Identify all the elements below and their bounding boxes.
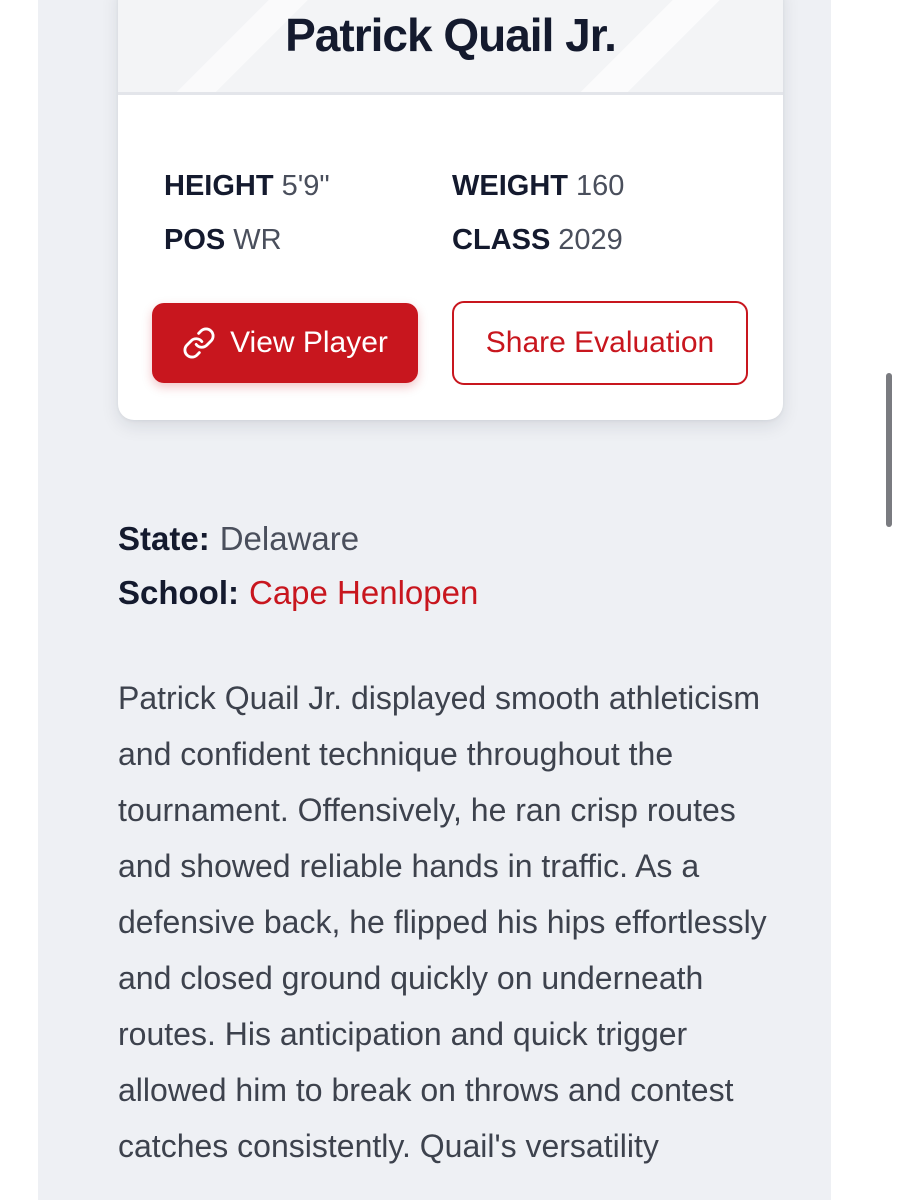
player-card: Patrick Quail Jr. HEIGHT 5'9" WEIGHT 160 P… (118, 0, 783, 420)
school-line: School: Cape Henlopen (118, 574, 478, 612)
stat-height: HEIGHT 5'9" (164, 170, 330, 203)
stat-position-value: WR (233, 224, 282, 256)
stat-height-value: 5'9" (281, 170, 330, 202)
stat-height-label: HEIGHT (164, 170, 274, 202)
stat-position: POS WR (164, 224, 282, 257)
page: Patrick Quail Jr. HEIGHT 5'9" WEIGHT 160 P… (0, 0, 900, 1200)
share-evaluation-label: Share Evaluation (485, 326, 715, 359)
state-value: Delaware (219, 520, 360, 557)
stat-class-value: 2029 (558, 224, 623, 256)
stat-weight-value: 160 (576, 170, 625, 202)
state-line: State: Delaware (118, 520, 359, 558)
player-card-header: Patrick Quail Jr. (118, 0, 783, 95)
view-player-label: View Player (230, 326, 388, 359)
share-evaluation-button[interactable]: Share Evaluation (452, 301, 748, 385)
school-label: School: (118, 574, 239, 611)
state-label: State: (118, 520, 210, 557)
school-link[interactable]: Cape Henlopen (249, 574, 478, 611)
stat-weight-label: WEIGHT (452, 170, 568, 202)
scrollbar-thumb[interactable] (886, 373, 892, 527)
stat-position-label: POS (164, 224, 226, 256)
player-name: Patrick Quail Jr. (285, 9, 617, 61)
evaluation-text: Patrick Quail Jr. displayed smooth athle… (118, 680, 767, 1164)
stat-class-label: CLASS (452, 224, 551, 256)
link-icon (183, 327, 215, 359)
view-player-button[interactable]: View Player (152, 303, 418, 383)
stat-class: CLASS 2029 (452, 224, 623, 257)
stat-weight: WEIGHT 160 (452, 170, 624, 203)
